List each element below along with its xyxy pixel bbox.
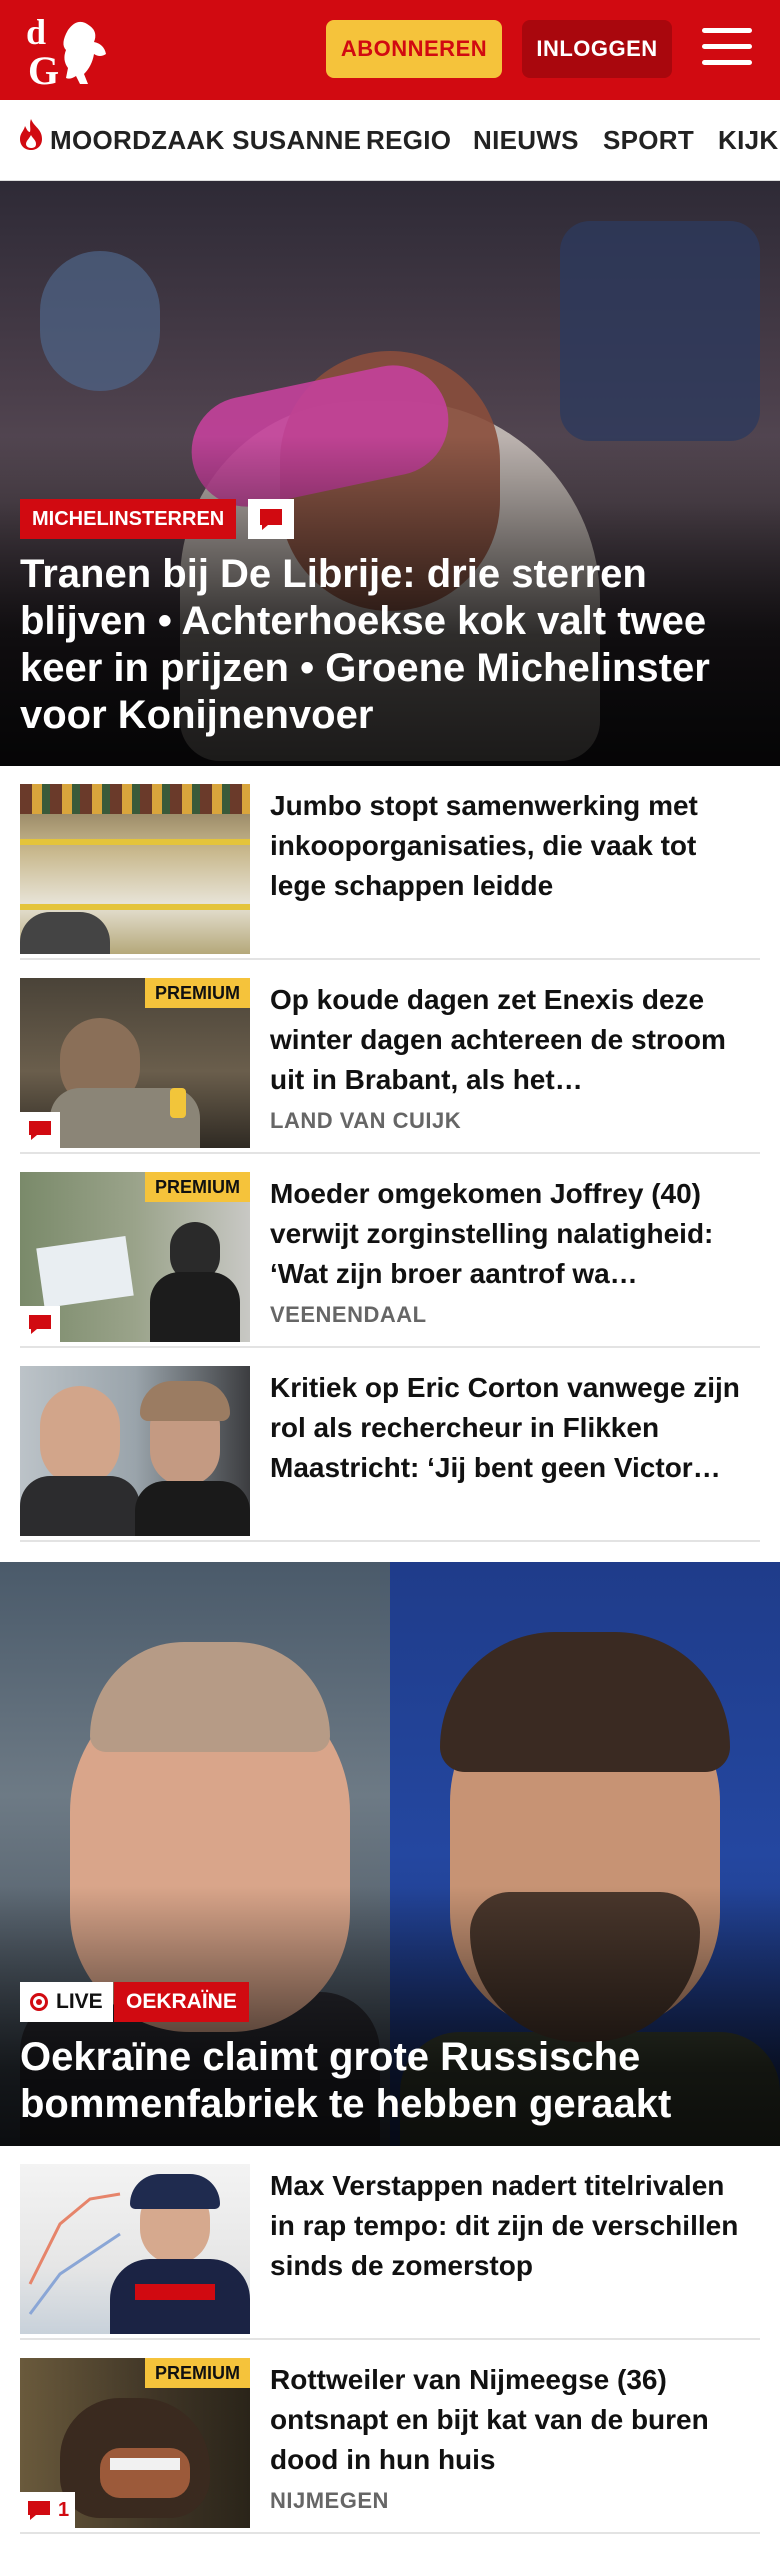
article-title: Op koude dagen zet Enexis deze winter da… (270, 984, 726, 1095)
comment-icon (20, 1112, 60, 1148)
article-thumbnail: PREMIUM 1 (20, 2358, 250, 2528)
comment-icon (248, 499, 294, 539)
article-location: LAND VAN CUIJK (270, 1108, 462, 1133)
list-item[interactable]: Kritiek op Eric Corton vanwege zijn rol … (20, 1348, 760, 1542)
nav-item-regio[interactable]: REGIO (366, 100, 451, 180)
nav-item-sport[interactable]: SPORT (603, 100, 694, 180)
hero-article[interactable]: MICHELINSTERREN Tranen bij De Librije: d… (0, 181, 780, 766)
section-nav: MOORDZAAK SUSANNE REGIO NIEUWS SPORT KIJ… (0, 100, 780, 181)
comment-icon (20, 1306, 60, 1342)
svg-text:G: G (28, 48, 59, 88)
article-location: NIJMEGEN (270, 2488, 389, 2513)
site-header: d G ABONNEREN INLOGGEN (0, 0, 780, 100)
article-title: Jumbo stopt samenwerking met inkooporgan… (270, 790, 698, 901)
article-list: Jumbo stopt samenwerking met inkooporgan… (0, 766, 780, 1542)
list-item[interactable]: Max Verstappen nadert titelriva­len in r… (20, 2146, 760, 2340)
article-thumbnail (20, 784, 250, 954)
hero-title: Oekraïne claimt grote Russische bommenfa… (20, 2035, 672, 2126)
article-thumbnail (20, 2164, 250, 2334)
article-location: VEENENDAAL (270, 1302, 427, 1327)
flame-icon (16, 102, 46, 180)
nav-item-moordzaak-susanne[interactable]: MOORDZAAK SUSANNE (16, 100, 361, 180)
svg-text:d: d (26, 12, 46, 52)
dg-logo[interactable]: d G (22, 12, 118, 93)
menu-icon[interactable] (702, 28, 752, 70)
premium-badge: PREMIUM (145, 978, 250, 1008)
login-button[interactable]: INLOGGEN (522, 20, 672, 78)
logo-mark-icon: d G (26, 12, 106, 93)
premium-badge: PREMIUM (145, 1172, 250, 1202)
list-item[interactable]: PREMIUM Moeder omgekomen Joffrey (40) ve… (20, 1154, 760, 1348)
article-thumbnail: PREMIUM (20, 978, 250, 1148)
live-dot-icon (30, 1993, 48, 2011)
comment-count: 1 (58, 2498, 70, 2521)
article-title: Moeder omgekomen Joffrey (40) verwijt zo… (270, 1178, 714, 1289)
subscribe-button[interactable]: ABONNEREN (326, 20, 502, 78)
nav-item-nieuws[interactable]: NIEUWS (473, 100, 579, 180)
list-item[interactable]: PREMIUM 1 Rottweiler van Nijmeegse (36) … (20, 2340, 760, 2534)
list-item[interactable]: PREMIUM Op koude dagen zet Enexis deze w… (20, 960, 760, 1154)
premium-badge: PREMIUM (145, 2358, 250, 2388)
comment-count-badge: 1 (20, 2492, 76, 2528)
article-title: Max Verstappen nadert titelriva­len in r… (270, 2170, 739, 2281)
category-label: OEKRAÏNE (114, 1982, 249, 2022)
nav-item-label: MOORDZAAK SUSANNE (50, 125, 362, 155)
comment-icon (28, 2501, 50, 2520)
nav-item-kijk[interactable]: KIJK (718, 100, 778, 180)
article-title: Rottweiler van Nijmeegse (36) ontsnapt e… (270, 2364, 709, 2475)
list-item[interactable]: Jumbo stopt samenwerking met inkooporgan… (20, 766, 760, 960)
article-list-2: Max Verstappen nadert titelriva­len in r… (0, 2146, 780, 2534)
live-badge: LIVE (20, 1982, 113, 2022)
article-thumbnail (20, 1366, 250, 1536)
category-label: MICHELINSTERREN (20, 499, 237, 539)
hero-article-2[interactable]: LIVE OEKRAÏNE Oekraïne claimt grote Russ… (0, 1562, 780, 2146)
article-thumbnail: PREMIUM (20, 1172, 250, 1342)
hero-title: Tranen bij De Librije: drie sterren blij… (20, 552, 710, 737)
article-title: Kritiek op Eric Corton vanwege zijn rol … (270, 1372, 740, 1483)
